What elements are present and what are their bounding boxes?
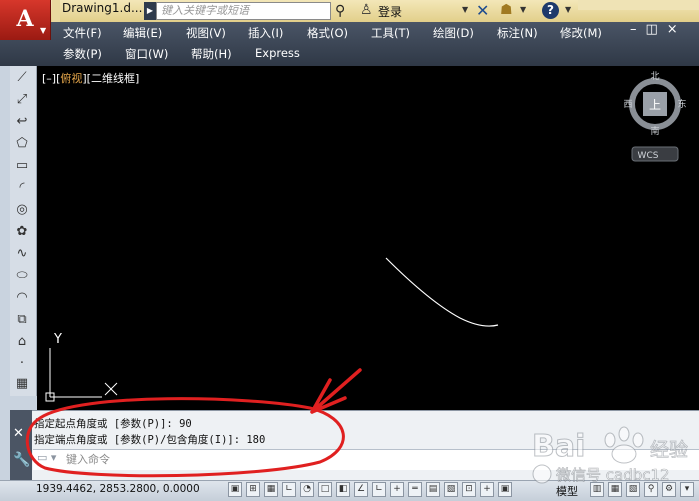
polar-tracking-toggle[interactable]: ◔ [300, 482, 314, 497]
paw-icon [604, 426, 644, 464]
dynamic-input-toggle[interactable]: + [390, 482, 404, 497]
baidu-watermark: Bai 经验 微信号 cadbc12 [532, 426, 688, 484]
watermark-account: 微信号 cadbc12 [556, 466, 670, 484]
clean-screen-button[interactable]: ▣ [498, 482, 512, 497]
3d-object-snap-toggle[interactable]: ◧ [336, 482, 350, 497]
dynamic-ucs-toggle[interactable]: ∟ [372, 482, 386, 497]
object-snap-tracking-toggle[interactable]: ∠ [354, 482, 368, 497]
quick-properties-toggle[interactable]: ▧ [444, 482, 458, 497]
snap-mode-toggle[interactable]: ⊞ [246, 482, 260, 497]
watermark-brand: Bai [532, 429, 585, 464]
infer-constraints-toggle[interactable]: ▣ [228, 482, 242, 497]
transparency-toggle[interactable]: ▤ [426, 482, 440, 497]
lineweight-toggle[interactable]: ═ [408, 482, 422, 497]
ortho-mode-toggle[interactable]: ∟ [282, 482, 296, 497]
annotation-arrow [310, 368, 362, 414]
selection-cycling-toggle[interactable]: ⊡ [462, 482, 476, 497]
watermark-brand-suffix: 经验 [650, 439, 688, 461]
grid-display-toggle[interactable]: ▦ [264, 482, 278, 497]
annotation-circle [25, 397, 345, 478]
object-snap-toggle[interactable]: □ [318, 482, 332, 497]
wechat-icon [532, 464, 552, 484]
cursor-coordinates[interactable]: 1939.4462, 2853.2800, 0.0000 [36, 483, 200, 495]
annotation-monitor-toggle[interactable]: + [480, 482, 494, 497]
